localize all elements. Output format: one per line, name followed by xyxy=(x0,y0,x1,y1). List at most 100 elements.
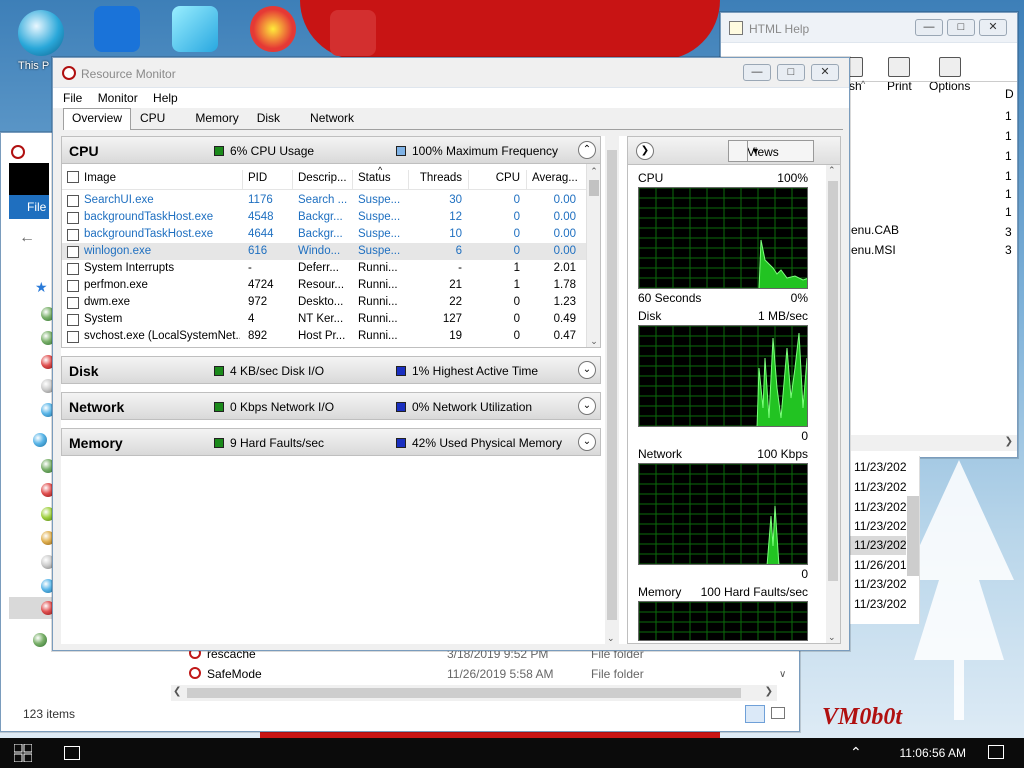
col-description[interactable]: Descrip... xyxy=(298,172,347,184)
explorer-hscroll[interactable]: ❮ ❯ xyxy=(171,685,777,701)
tray-chevron-icon[interactable]: ⌃ xyxy=(850,744,862,761)
col-image[interactable]: Image xyxy=(84,172,116,184)
row-checkbox[interactable] xyxy=(67,229,79,241)
table-row[interactable]: winlogon.exe 616 Windo... Suspe... 6 0 0.00 xyxy=(62,243,588,260)
menu-help[interactable]: Help xyxy=(153,91,178,105)
scroll-up-icon[interactable]: ⌃ xyxy=(587,164,600,178)
tab-network[interactable]: Network xyxy=(301,108,363,128)
menu-monitor[interactable]: Monitor xyxy=(98,91,138,105)
table-row[interactable]: dwm.exe 972 Deskto... Runni... 22 0 1.23 xyxy=(62,294,588,311)
select-all-checkbox[interactable] xyxy=(67,171,79,183)
diamond-icon[interactable] xyxy=(172,6,218,52)
disk-section-header[interactable]: Disk 4 KB/sec Disk I/O 1% Highest Active… xyxy=(61,356,601,384)
table-row[interactable]: Vm... 2868 Vm... Runni... 13 0 0.36 xyxy=(62,345,588,348)
col-cpu[interactable]: CPU xyxy=(472,172,520,184)
scroll-right-icon[interactable]: ❯ xyxy=(1005,436,1013,447)
quick-access-star-icon[interactable]: ★ xyxy=(35,279,48,296)
col-status[interactable]: Status xyxy=(358,172,391,184)
notification-icon[interactable] xyxy=(988,745,1004,759)
row-checkbox[interactable] xyxy=(67,212,79,224)
maximize-button[interactable]: □ xyxy=(777,64,805,81)
p-app-icon[interactable] xyxy=(250,6,296,52)
scroll-down-icon[interactable]: ⌄ xyxy=(828,632,836,643)
graph-title: Memory 100 Hard Faults/sec xyxy=(638,585,808,599)
minimize-button[interactable]: — xyxy=(915,19,943,36)
angry-birds-icon[interactable] xyxy=(330,10,376,56)
scroll-thumb[interactable] xyxy=(607,150,617,620)
date-col-scroll[interactable] xyxy=(907,496,919,576)
cell-desc: Vm... xyxy=(298,347,350,348)
graph-pane-vscroll[interactable]: ⌃ ⌄ xyxy=(826,165,840,643)
cell-status: Suspe... xyxy=(358,194,401,206)
col-pid[interactable]: PID xyxy=(248,172,267,184)
scroll-thumb[interactable] xyxy=(589,180,599,196)
taskbar-clock[interactable]: 11:06:56 AM xyxy=(900,746,967,760)
row-checkbox[interactable] xyxy=(67,246,79,258)
chevron-down-icon[interactable]: ⌄ xyxy=(578,361,596,379)
row-checkbox[interactable] xyxy=(67,280,79,292)
memory-section-header[interactable]: Memory 9 Hard Faults/sec 42% Used Physic… xyxy=(61,428,601,456)
scroll-right-icon[interactable]: ❯ xyxy=(765,686,773,697)
cell-pid: 4644 xyxy=(248,228,274,240)
collapse-pane-button[interactable]: ❯ xyxy=(636,142,654,160)
table-row[interactable]: SearchUI.exe 1176 Search ... Suspe... 30 0 0.0… xyxy=(62,192,588,209)
overview-vscroll[interactable]: ⌄ xyxy=(605,136,619,644)
tab-cpu[interactable]: CPU xyxy=(131,108,174,128)
explorer-file-tab[interactable]: File xyxy=(9,195,49,219)
print-tool-button[interactable]: Print xyxy=(887,57,912,93)
row-checkbox[interactable] xyxy=(67,195,79,207)
minimize-button[interactable]: — xyxy=(743,64,771,81)
details-view-icon[interactable] xyxy=(745,705,765,723)
help-list-item[interactable]: enu.CAB xyxy=(851,223,899,237)
table-row[interactable]: backgroundTaskHost.exe 4644 Backgr... Suspe… xyxy=(62,226,588,243)
scroll-down-icon[interactable]: ⌄ xyxy=(587,334,600,347)
table-row[interactable]: backgroundTaskHost.exe 4548 Backgr... Suspe… xyxy=(62,209,588,226)
help-titlebar[interactable]: HTML Help — □ ✕ xyxy=(721,13,1017,43)
options-tool-button[interactable]: Options xyxy=(929,57,970,93)
close-button[interactable]: ✕ xyxy=(811,64,839,81)
gear-icon[interactable] xyxy=(94,6,140,52)
close-button[interactable]: ✕ xyxy=(979,19,1007,36)
help-list-item[interactable]: enu.MSI xyxy=(851,243,896,257)
tab-disk[interactable]: Disk xyxy=(248,108,289,128)
scroll-thumb[interactable] xyxy=(828,181,838,581)
resmon-titlebar[interactable]: Resource Monitor — □ ✕ xyxy=(53,58,849,88)
file-row[interactable]: SafeMode 11/26/2019 5:58 AM File folder xyxy=(187,665,777,683)
scroll-left-icon[interactable]: ❮ xyxy=(173,686,181,697)
nav-folder-icon[interactable] xyxy=(33,433,47,447)
nav-folder-icon[interactable] xyxy=(33,633,47,647)
row-checkbox[interactable] xyxy=(67,263,79,275)
scroll-up-icon[interactable]: ⌃ xyxy=(828,165,836,176)
dropdown-arrow-icon[interactable]: ▼ xyxy=(747,141,763,161)
views-dropdown[interactable]: Views ▼ xyxy=(728,140,814,162)
tab-memory[interactable]: Memory xyxy=(186,108,247,128)
table-row[interactable]: perfmon.exe 4724 Resour... Runni... 21 1 1.78 xyxy=(62,277,588,294)
explorer-vscroll-down-icon[interactable]: ∨ xyxy=(779,669,786,680)
row-checkbox[interactable] xyxy=(67,297,79,309)
help-collapse-icon[interactable]: ^ xyxy=(861,79,865,89)
thumbnail-view-icon[interactable] xyxy=(771,707,785,719)
cpu-table-vscroll[interactable]: ⌃ ⌄ xyxy=(586,164,600,347)
menu-file[interactable]: File xyxy=(63,91,82,105)
chevron-down-icon[interactable]: ⌄ xyxy=(578,397,596,415)
back-arrow-icon[interactable]: ← xyxy=(19,229,35,247)
chevron-up-icon[interactable]: ⌃ xyxy=(578,141,596,159)
scroll-thumb[interactable] xyxy=(187,688,741,698)
row-checkbox[interactable] xyxy=(67,331,79,343)
row-checkbox[interactable] xyxy=(67,314,79,326)
help-hscroll[interactable]: ❯ xyxy=(851,435,1017,451)
table-row[interactable]: System 4 NT Ker... Runni... 127 0 0.49 xyxy=(62,311,588,328)
tab-overview[interactable]: Overview xyxy=(63,108,132,130)
col-average-cpu[interactable]: Averag... xyxy=(532,172,582,184)
table-row[interactable]: System Interrupts - Deferr... Runni... - 1 2.0… xyxy=(62,260,588,277)
network-section-header[interactable]: Network 0 Kbps Network I/O 0% Network Ut… xyxy=(61,392,601,420)
scroll-down-icon[interactable]: ⌄ xyxy=(607,633,615,644)
maximize-button[interactable]: □ xyxy=(947,19,975,36)
table-row[interactable]: svchost.exe (LocalSystemNet... 892 Host Pr… xyxy=(62,328,588,345)
task-view-icon[interactable] xyxy=(64,746,80,760)
chevron-down-icon[interactable]: ⌄ xyxy=(578,433,596,451)
col-threads[interactable]: Threads xyxy=(412,172,462,184)
start-button[interactable] xyxy=(13,743,33,763)
cpu-section-header[interactable]: CPU 6% CPU Usage 100% Maximum Frequency … xyxy=(61,136,601,164)
this-pc-icon[interactable] xyxy=(18,10,64,56)
